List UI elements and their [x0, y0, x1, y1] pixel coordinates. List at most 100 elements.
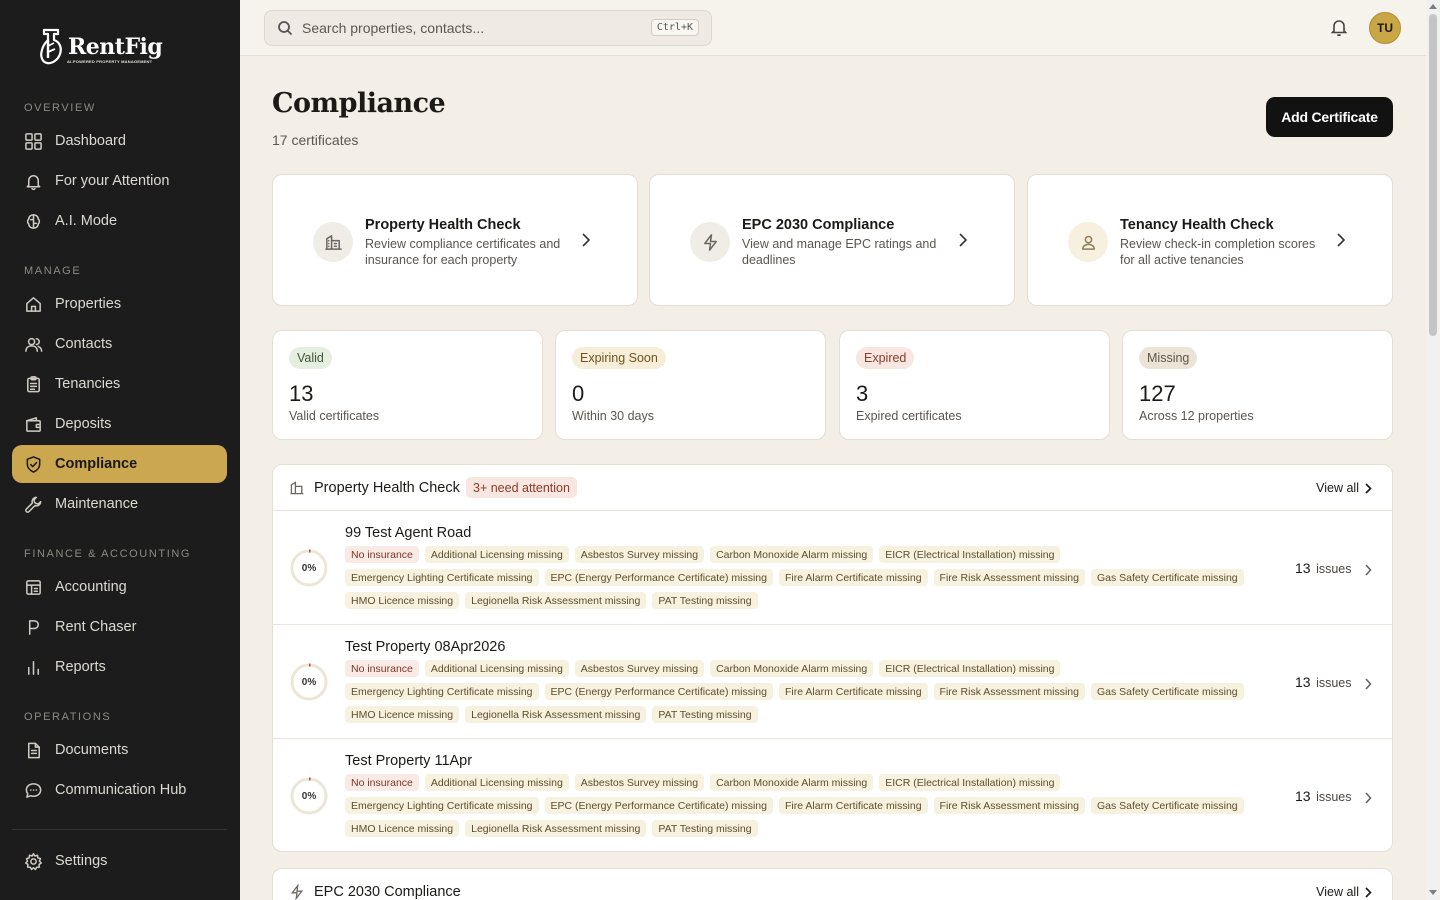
sidebar-item-label: Documents	[55, 742, 129, 758]
sidebar-item-tenancies[interactable]: Tenancies	[12, 365, 227, 403]
stat-card-missing[interactable]: Missing 127 Across 12 properties	[1122, 330, 1393, 440]
chat-icon	[25, 782, 42, 798]
score-value: 0%	[301, 790, 317, 802]
table-row[interactable]: 0% Test Property 08Apr2026 No insurance A…	[273, 625, 1392, 739]
add-certificate-button[interactable]: Add Certificate	[1266, 97, 1393, 137]
topbar: Search properties, contacts... Ctrl+K TU	[240, 0, 1426, 56]
quick-card-desc: Review check-in completion scores for al…	[1120, 237, 1316, 267]
sidebar-item-dashboard[interactable]: Dashboard	[12, 122, 227, 160]
issues-number: 13	[1295, 674, 1311, 690]
page-title: Compliance	[272, 88, 446, 119]
status-badge: Expired	[856, 347, 915, 369]
chevron-right-icon	[1334, 232, 1348, 248]
table-row[interactable]: 0% 99 Test Agent Road No insurance Additi…	[273, 511, 1392, 625]
scroll-down-arrow-icon[interactable]	[1429, 890, 1437, 895]
issue-tag: EICR (Electrical Installation) missing	[879, 660, 1061, 677]
notifications-button[interactable]	[1329, 17, 1349, 37]
issues-count: 13 issues	[1295, 674, 1352, 690]
chevron-right-icon	[956, 232, 970, 248]
lightning-icon	[289, 883, 305, 900]
stat-card-valid[interactable]: Valid 13 Valid certificates	[272, 330, 543, 440]
quick-card-icon	[313, 222, 353, 262]
sidebar-item-label: Properties	[55, 296, 122, 312]
sidebar-item-attention[interactable]: For your Attention	[12, 162, 227, 200]
stat-value: 127	[1139, 381, 1176, 406]
sidebar-item-contacts[interactable]: Contacts	[12, 325, 227, 363]
issue-tag: Emergency Lighting Certificate missing	[345, 569, 539, 586]
issue-tag: No insurance	[345, 774, 419, 791]
wrench-icon	[25, 496, 42, 513]
section-label-overview: OVERVIEW	[24, 102, 96, 114]
sidebar-item-accounting[interactable]: Accounting	[12, 568, 227, 606]
search-shortcut: Ctrl+K	[650, 19, 699, 36]
issue-tag: Additional Licensing missing	[424, 546, 569, 563]
table-row[interactable]: 0% Test Property 11Apr No insurance Addit…	[273, 739, 1392, 851]
quick-card-desc: Review compliance certificates and insur…	[365, 237, 561, 267]
chevron-right-icon	[1365, 886, 1372, 898]
status-badge: Missing	[1139, 347, 1198, 369]
grid-icon	[25, 132, 42, 150]
issue-tag: Fire Alarm Certificate missing	[779, 569, 928, 586]
section-label-finance: FINANCE & ACCOUNTING	[24, 548, 192, 560]
issue-tag: EPC (Energy Performance Certificate) mis…	[544, 683, 773, 700]
scrollbar[interactable]	[1426, 0, 1440, 900]
stat-label: Within 30 days	[572, 409, 654, 423]
pound-icon	[28, 619, 39, 635]
brand-logo[interactable]: RentFig AI-POWERED PROPERTY MANAGEMENT	[38, 28, 163, 66]
quick-card-desc: View and manage EPC ratings and deadline…	[742, 237, 937, 267]
sidebar-item-maintenance[interactable]: Maintenance	[12, 485, 227, 523]
property-health-panel: Property Health Check 3+ need attention …	[272, 464, 1393, 852]
quick-card-property-health[interactable]: Property Health Check Review compliance …	[272, 174, 638, 306]
issue-tag: EICR (Electrical Installation) missing	[879, 546, 1061, 563]
sidebar-item-compliance[interactable]: Compliance	[12, 445, 227, 483]
gear-icon	[24, 852, 43, 870]
sidebar-item-documents[interactable]: Documents	[12, 731, 227, 769]
stat-card-expiring[interactable]: Expiring Soon 0 Within 30 days	[555, 330, 826, 440]
fig-logo-icon	[40, 28, 62, 65]
issue-tag: Emergency Lighting Certificate missing	[345, 683, 539, 700]
issue-tag: Fire Alarm Certificate missing	[779, 797, 928, 814]
avatar[interactable]: TU	[1369, 12, 1401, 44]
sidebar-item-ai-mode[interactable]: A.I. Mode	[12, 202, 227, 240]
bar-chart-icon	[27, 660, 40, 675]
sidebar-item-label: A.I. Mode	[55, 213, 118, 229]
lightning-icon	[703, 233, 717, 251]
chevron-right-icon	[1365, 482, 1372, 494]
sidebar-item-properties[interactable]: Properties	[12, 285, 227, 323]
issues-label: issues	[1316, 676, 1352, 690]
ledger-icon	[26, 579, 41, 595]
sidebar: RentFig AI-POWERED PROPERTY MANAGEMENT O…	[0, 0, 240, 900]
quick-card-tenancy-health[interactable]: Tenancy Health Check Review check-in com…	[1027, 174, 1393, 306]
view-all-link[interactable]: View all	[1316, 481, 1372, 495]
issue-tag: No insurance	[345, 546, 419, 563]
shield-check-icon	[26, 455, 41, 473]
issues-number: 13	[1295, 788, 1311, 804]
sidebar-item-deposits[interactable]: Deposits	[12, 405, 227, 443]
quick-card-epc-2030[interactable]: EPC 2030 Compliance View and manage EPC …	[649, 174, 1015, 306]
issue-tag: Fire Risk Assessment missing	[933, 569, 1085, 586]
view-all-label: View all	[1316, 885, 1359, 899]
quick-card-title: EPC 2030 Compliance	[742, 217, 895, 233]
property-name: 99 Test Agent Road	[345, 525, 472, 541]
stat-label: Expired certificates	[856, 409, 962, 423]
search-input[interactable]: Search properties, contacts... Ctrl+K	[264, 10, 712, 46]
person-icon	[1081, 235, 1095, 250]
sidebar-item-label: Accounting	[55, 579, 127, 595]
stat-card-expired[interactable]: Expired 3 Expired certificates	[839, 330, 1110, 440]
issue-tag: Gas Safety Certificate missing	[1090, 569, 1244, 586]
sidebar-item-reports[interactable]: Reports	[12, 648, 227, 686]
scrollbar-thumb[interactable]	[1429, 14, 1437, 336]
home-icon	[26, 296, 41, 312]
stat-value: 13	[289, 381, 314, 406]
sidebar-item-settings[interactable]: Settings	[12, 842, 227, 880]
sidebar-item-label: Tenancies	[55, 376, 121, 392]
view-all-link[interactable]: View all	[1316, 885, 1372, 899]
scroll-up-arrow-icon[interactable]	[1429, 4, 1437, 9]
sidebar-item-communication-hub[interactable]: Communication Hub	[12, 771, 227, 809]
sidebar-item-rent-chaser[interactable]: Rent Chaser	[12, 608, 227, 646]
panel-header: Property Health Check 3+ need attention …	[273, 465, 1392, 511]
issue-tag: Asbestos Survey missing	[574, 660, 705, 677]
users-icon	[25, 337, 43, 352]
score-value: 0%	[301, 676, 317, 688]
wallet-icon	[26, 416, 41, 432]
